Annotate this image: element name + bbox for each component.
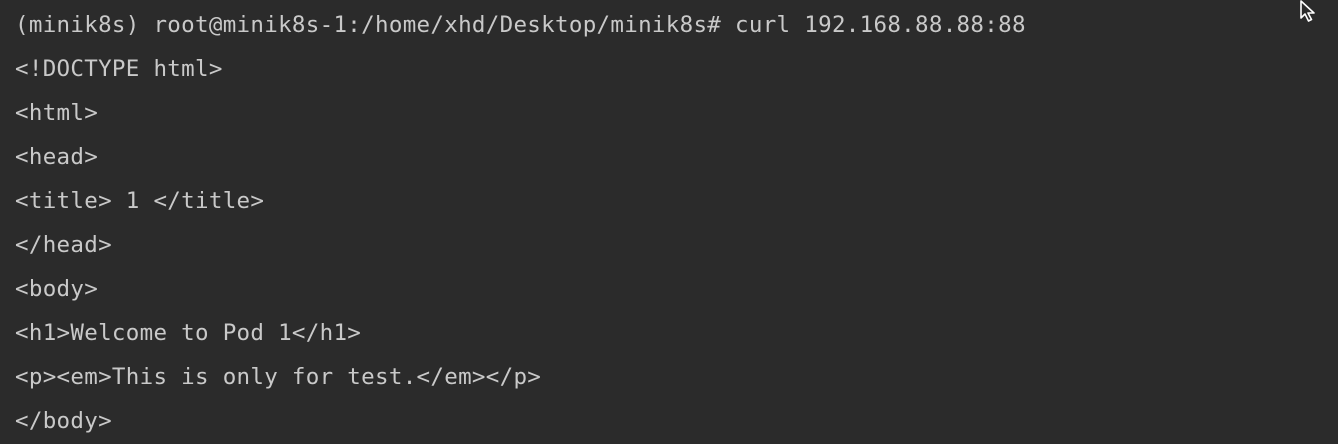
output-line: <body> [15,276,99,302]
output-line: <p><em>This is only for test.</em></p> [15,364,542,390]
output-line: <title> 1 </title> [15,188,265,214]
output-line: </body> [15,408,112,434]
output-line: <!DOCTYPE html> [15,56,223,82]
terminal-window[interactable]: (minik8s) root@minik8s-1:/home/xhd/Deskt… [0,0,1338,444]
output-line: </head> [15,232,112,258]
typed-command: curl 192.168.88.88:88 [735,12,1026,38]
output-line: <head> [15,144,99,170]
output-line: <html> [15,100,99,126]
command-line: (minik8s) root@minik8s-1:/home/xhd/Deskt… [15,7,1338,51]
mouse-pointer-icon [1300,0,1315,22]
shell-prompt: (minik8s) root@minik8s-1:/home/xhd/Deskt… [15,12,722,38]
output-line: <h1>Welcome to Pod 1</h1> [15,320,362,346]
